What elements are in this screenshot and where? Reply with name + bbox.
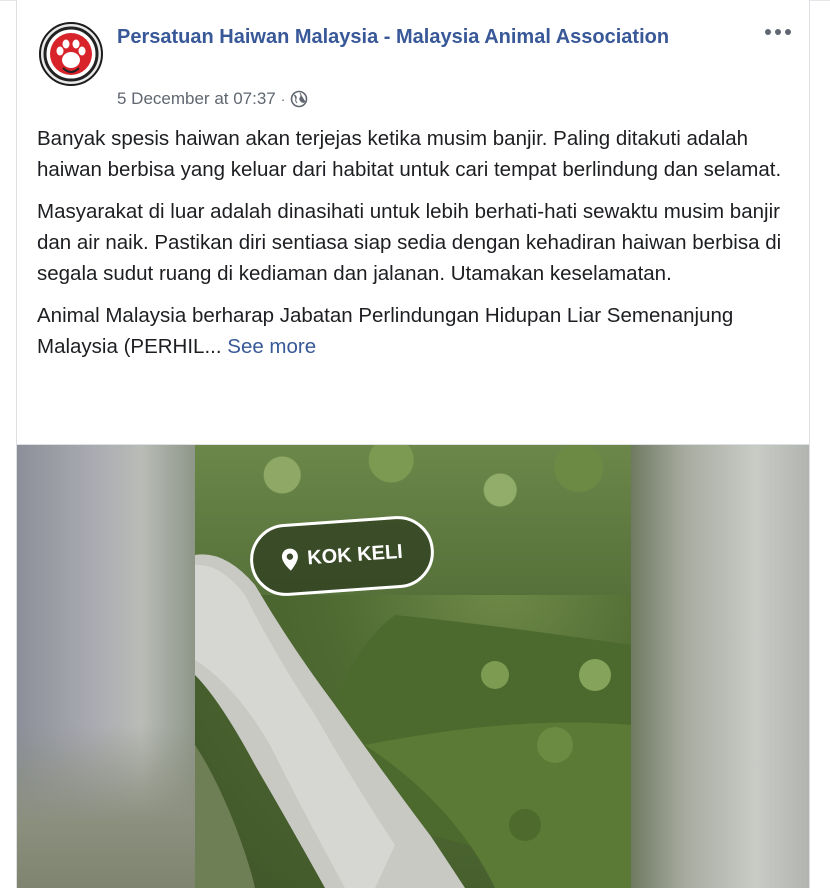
globe-icon[interactable] — [290, 90, 308, 108]
facebook-post: Persatuan Haiwan Malaysia - Malaysia Ani… — [16, 0, 810, 888]
paw-logo-icon — [43, 26, 99, 82]
blurred-right-panel — [631, 445, 809, 888]
post-paragraph: Masyarakat di luar adalah dinasihati unt… — [37, 200, 782, 285]
post-body: Banyak spesis haiwan akan terjejas ketik… — [37, 123, 797, 373]
post-timestamp[interactable]: 5 December at 07:37 — [117, 88, 276, 110]
location-label: KOK KELI — [306, 540, 404, 569]
post-paragraph: Banyak spesis haiwan akan terjejas ketik… — [37, 127, 782, 181]
more-options-icon[interactable] — [761, 22, 795, 42]
post-paragraph-truncated: Animal Malaysia berharap Jabatan Perlind… — [37, 300, 797, 362]
see-more-link[interactable]: See more — [227, 335, 316, 358]
post-meta: 5 December at 07:37 · — [117, 88, 308, 110]
truncated-text: Animal Malaysia berharap Jabatan Perlind… — [37, 304, 734, 358]
map-pin-icon — [282, 548, 299, 571]
meta-separator: · — [280, 91, 286, 107]
page-avatar[interactable] — [39, 22, 103, 86]
gravel-path-image — [195, 554, 631, 888]
video-media[interactable] — [17, 445, 809, 888]
page-name-link[interactable]: Persatuan Haiwan Malaysia - Malaysia Ani… — [117, 22, 677, 52]
location-sticker: KOK KELI — [247, 513, 437, 599]
blurred-left-panel — [17, 445, 195, 888]
video-frame[interactable] — [195, 445, 631, 888]
